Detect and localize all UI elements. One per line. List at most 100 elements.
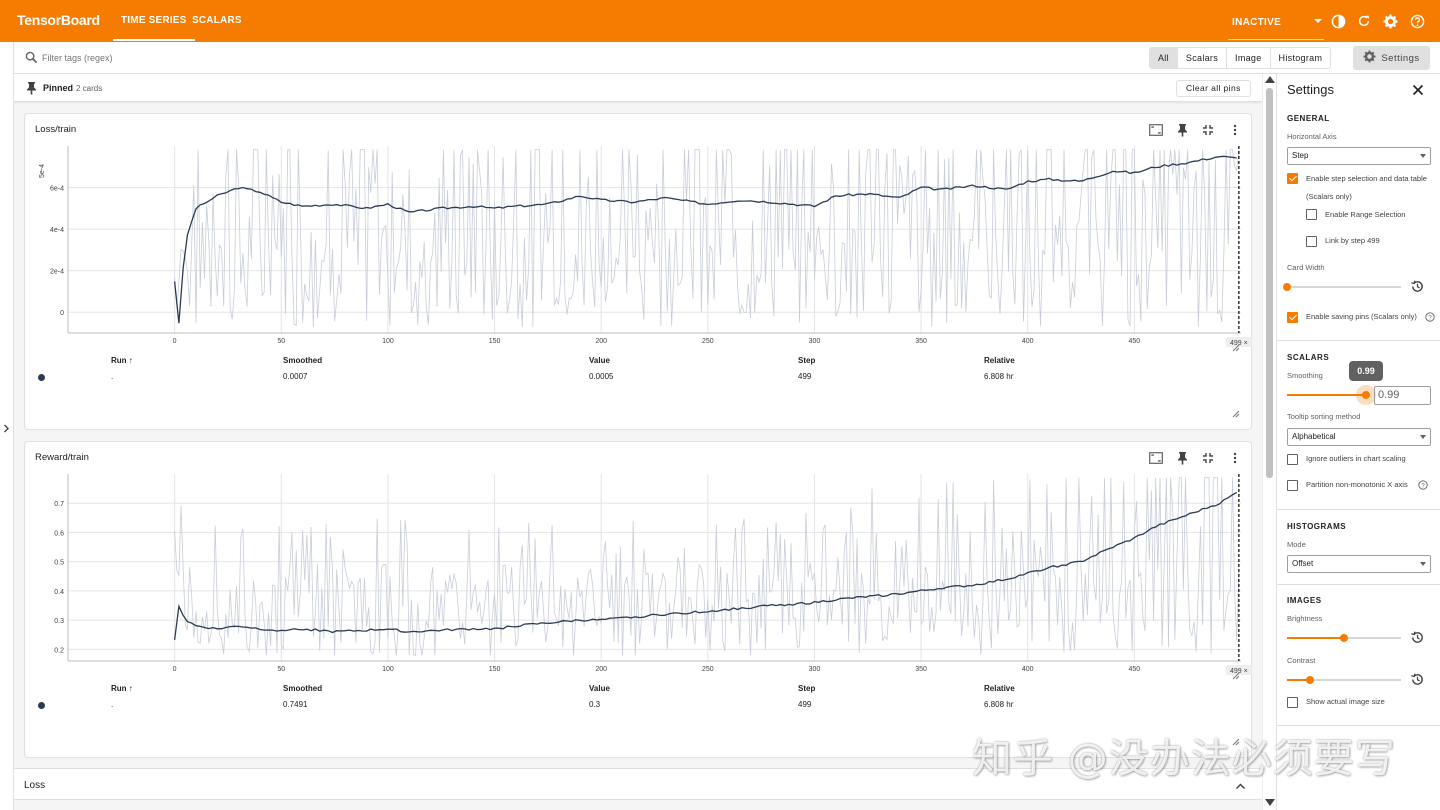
saving-pins-label: Enable saving pins (Scalars only): [1306, 312, 1417, 321]
settings-panel: Settings GENERAL Horizontal Axis Step En…: [1276, 74, 1440, 810]
type-image-button[interactable]: Image: [1226, 48, 1270, 68]
cell-step: 499: [798, 700, 812, 709]
loss-train-line-chart[interactable]: 0 2e-4 4e-4 6e-4 0 50 100 150 200 250 300 350 400 450…: [25, 114, 1253, 364]
slider-thumb[interactable]: [1283, 283, 1291, 291]
smoothing-slider[interactable]: [1287, 391, 1371, 399]
contrast-label: Contrast: [1287, 656, 1316, 665]
run-state-underline: [1228, 39, 1324, 40]
x-tick-label: 50: [277, 666, 285, 673]
chart-resize-handle-icon[interactable]: [1232, 344, 1240, 352]
expand-sidebar-chevron-icon[interactable]: [2, 421, 11, 439]
column-header-run[interactable]: Run ↑: [111, 684, 133, 693]
ignore-outliers-label: Ignore outliers in chart scaling: [1306, 454, 1406, 463]
cell-value: 0.3: [589, 700, 601, 709]
type-histogram-button[interactable]: Histogram: [1269, 48, 1331, 68]
histograms-section-heading: HISTOGRAMS: [1287, 522, 1347, 531]
help-circle-icon[interactable]: ?: [1418, 480, 1428, 490]
help-circle-icon[interactable]: ?: [1425, 312, 1435, 322]
horizontal-axis-value: Step: [1292, 151, 1309, 160]
slider-thumb[interactable]: [1362, 391, 1371, 399]
tab-time-series[interactable]: TIME SERIES: [113, 15, 195, 41]
slider-thumb[interactable]: [1305, 676, 1314, 684]
slider-fill: [1287, 637, 1344, 639]
smoothing-input[interactable]: 0.99: [1374, 386, 1431, 405]
y-tick-label: 0.5: [54, 560, 64, 567]
step-selection-checkbox[interactable]: [1287, 173, 1298, 184]
x-tick-label: 450: [1129, 338, 1141, 345]
column-header-smoothed[interactable]: Smoothed: [283, 684, 322, 693]
card-width-slider[interactable]: [1283, 283, 1401, 291]
scrollbar-thumb[interactable]: [1266, 88, 1273, 478]
filter-bar: All Scalars Image Histogram Settings: [14, 42, 1440, 74]
dark-mode-icon[interactable]: [1329, 12, 1347, 30]
cell-relative: 6.808 hr: [984, 372, 1014, 381]
histogram-mode-select[interactable]: Offset: [1287, 555, 1431, 573]
range-selection-label: Enable Range Selection: [1325, 210, 1406, 219]
saving-pins-checkbox[interactable]: [1287, 312, 1298, 323]
x-tick-label: 0: [173, 338, 177, 345]
y-tick-label: 4e-4: [50, 227, 64, 234]
tab-scalars[interactable]: SCALARS: [192, 15, 242, 26]
slider-fill: [1287, 394, 1367, 396]
partition-x-axis-checkbox[interactable]: [1287, 480, 1298, 491]
clear-all-pins-button[interactable]: Clear all pins: [1176, 80, 1251, 97]
group-title: Loss: [24, 780, 46, 791]
pinned-count: 2 cards: [76, 84, 103, 93]
step-selection-label: Enable step selection and data table: [1306, 174, 1427, 183]
x-tick-label: 450: [1129, 666, 1141, 673]
column-header-run[interactable]: Run ↑: [111, 356, 133, 365]
type-all-button[interactable]: All: [1150, 48, 1177, 68]
reset-history-icon[interactable]: [1410, 279, 1425, 294]
horizontal-axis-label: Horizontal Axis: [1287, 132, 1337, 141]
type-scalars-button[interactable]: Scalars: [1176, 48, 1226, 68]
contrast-slider[interactable]: [1287, 676, 1401, 684]
scroll-down-arrow-icon[interactable]: [1265, 799, 1275, 806]
y-tick-label: 2e-4: [50, 269, 64, 276]
cell-smoothed: 0.0007: [283, 372, 308, 381]
range-selection-checkbox[interactable]: [1306, 209, 1317, 220]
histogram-mode-label: Mode: [1287, 540, 1306, 549]
y-tick-label: 6e-4: [50, 186, 64, 193]
reset-history-icon[interactable]: [1410, 672, 1425, 687]
cell-step: 499: [798, 372, 812, 381]
pinned-section-header: Pinned 2 cards Clear all pins: [14, 74, 1262, 102]
column-header-value[interactable]: Value: [589, 684, 610, 693]
link-by-step-checkbox[interactable]: [1306, 236, 1317, 247]
general-section-heading: GENERAL: [1287, 114, 1330, 123]
x-tick-label: 200: [595, 338, 607, 345]
brightness-slider[interactable]: [1287, 634, 1401, 642]
column-header-relative[interactable]: Relative: [984, 356, 1015, 365]
settings-gear-icon[interactable]: [1381, 12, 1399, 30]
app-brand[interactable]: TensorBoard: [17, 12, 100, 28]
column-header-step[interactable]: Step: [798, 684, 815, 693]
reload-icon[interactable]: [1355, 12, 1373, 30]
x-tick-label: 300: [809, 338, 821, 345]
run-state-caret-icon[interactable]: [1314, 19, 1322, 23]
column-header-relative[interactable]: Relative: [984, 684, 1015, 693]
slider-thumb[interactable]: [1340, 634, 1348, 642]
column-header-step[interactable]: Step: [798, 356, 815, 365]
brightness-label: Brightness: [1287, 614, 1323, 623]
tooltip-sort-select[interactable]: Alphabetical: [1287, 428, 1431, 446]
actual-image-size-checkbox[interactable]: [1287, 697, 1298, 708]
close-icon[interactable]: [1412, 83, 1424, 101]
ignore-outliers-checkbox[interactable]: [1287, 454, 1298, 465]
chart-resize-handle-icon[interactable]: [1232, 672, 1240, 680]
pinned-title: Pinned: [43, 83, 74, 93]
settings-toggle-button[interactable]: Settings: [1353, 46, 1430, 70]
card-resize-handle-icon[interactable]: [1232, 410, 1240, 418]
run-state-selector[interactable]: INACTIVE: [1232, 17, 1281, 28]
column-header-smoothed[interactable]: Smoothed: [283, 356, 322, 365]
help-icon[interactable]: [1408, 12, 1426, 30]
column-header-value[interactable]: Value: [589, 356, 610, 365]
tag-filter-input[interactable]: [42, 50, 542, 66]
reward-train-line-chart[interactable]: 0.2 0.3 0.4 0.5 0.6 0.7 0 50 100 150 200 250 300 350 4…: [25, 442, 1253, 692]
settings-gear-icon: [1363, 50, 1376, 66]
scroll-up-arrow-icon[interactable]: [1265, 76, 1275, 83]
partition-x-axis-label: Partition non-monotonic X axis: [1306, 480, 1408, 489]
y-tick-label: 0.4: [54, 589, 64, 596]
cell-smoothed: 0.7491: [283, 700, 308, 709]
horizontal-axis-select[interactable]: Step: [1287, 147, 1431, 165]
main-scrollbar[interactable]: [1262, 74, 1276, 810]
reset-history-icon[interactable]: [1410, 630, 1425, 645]
